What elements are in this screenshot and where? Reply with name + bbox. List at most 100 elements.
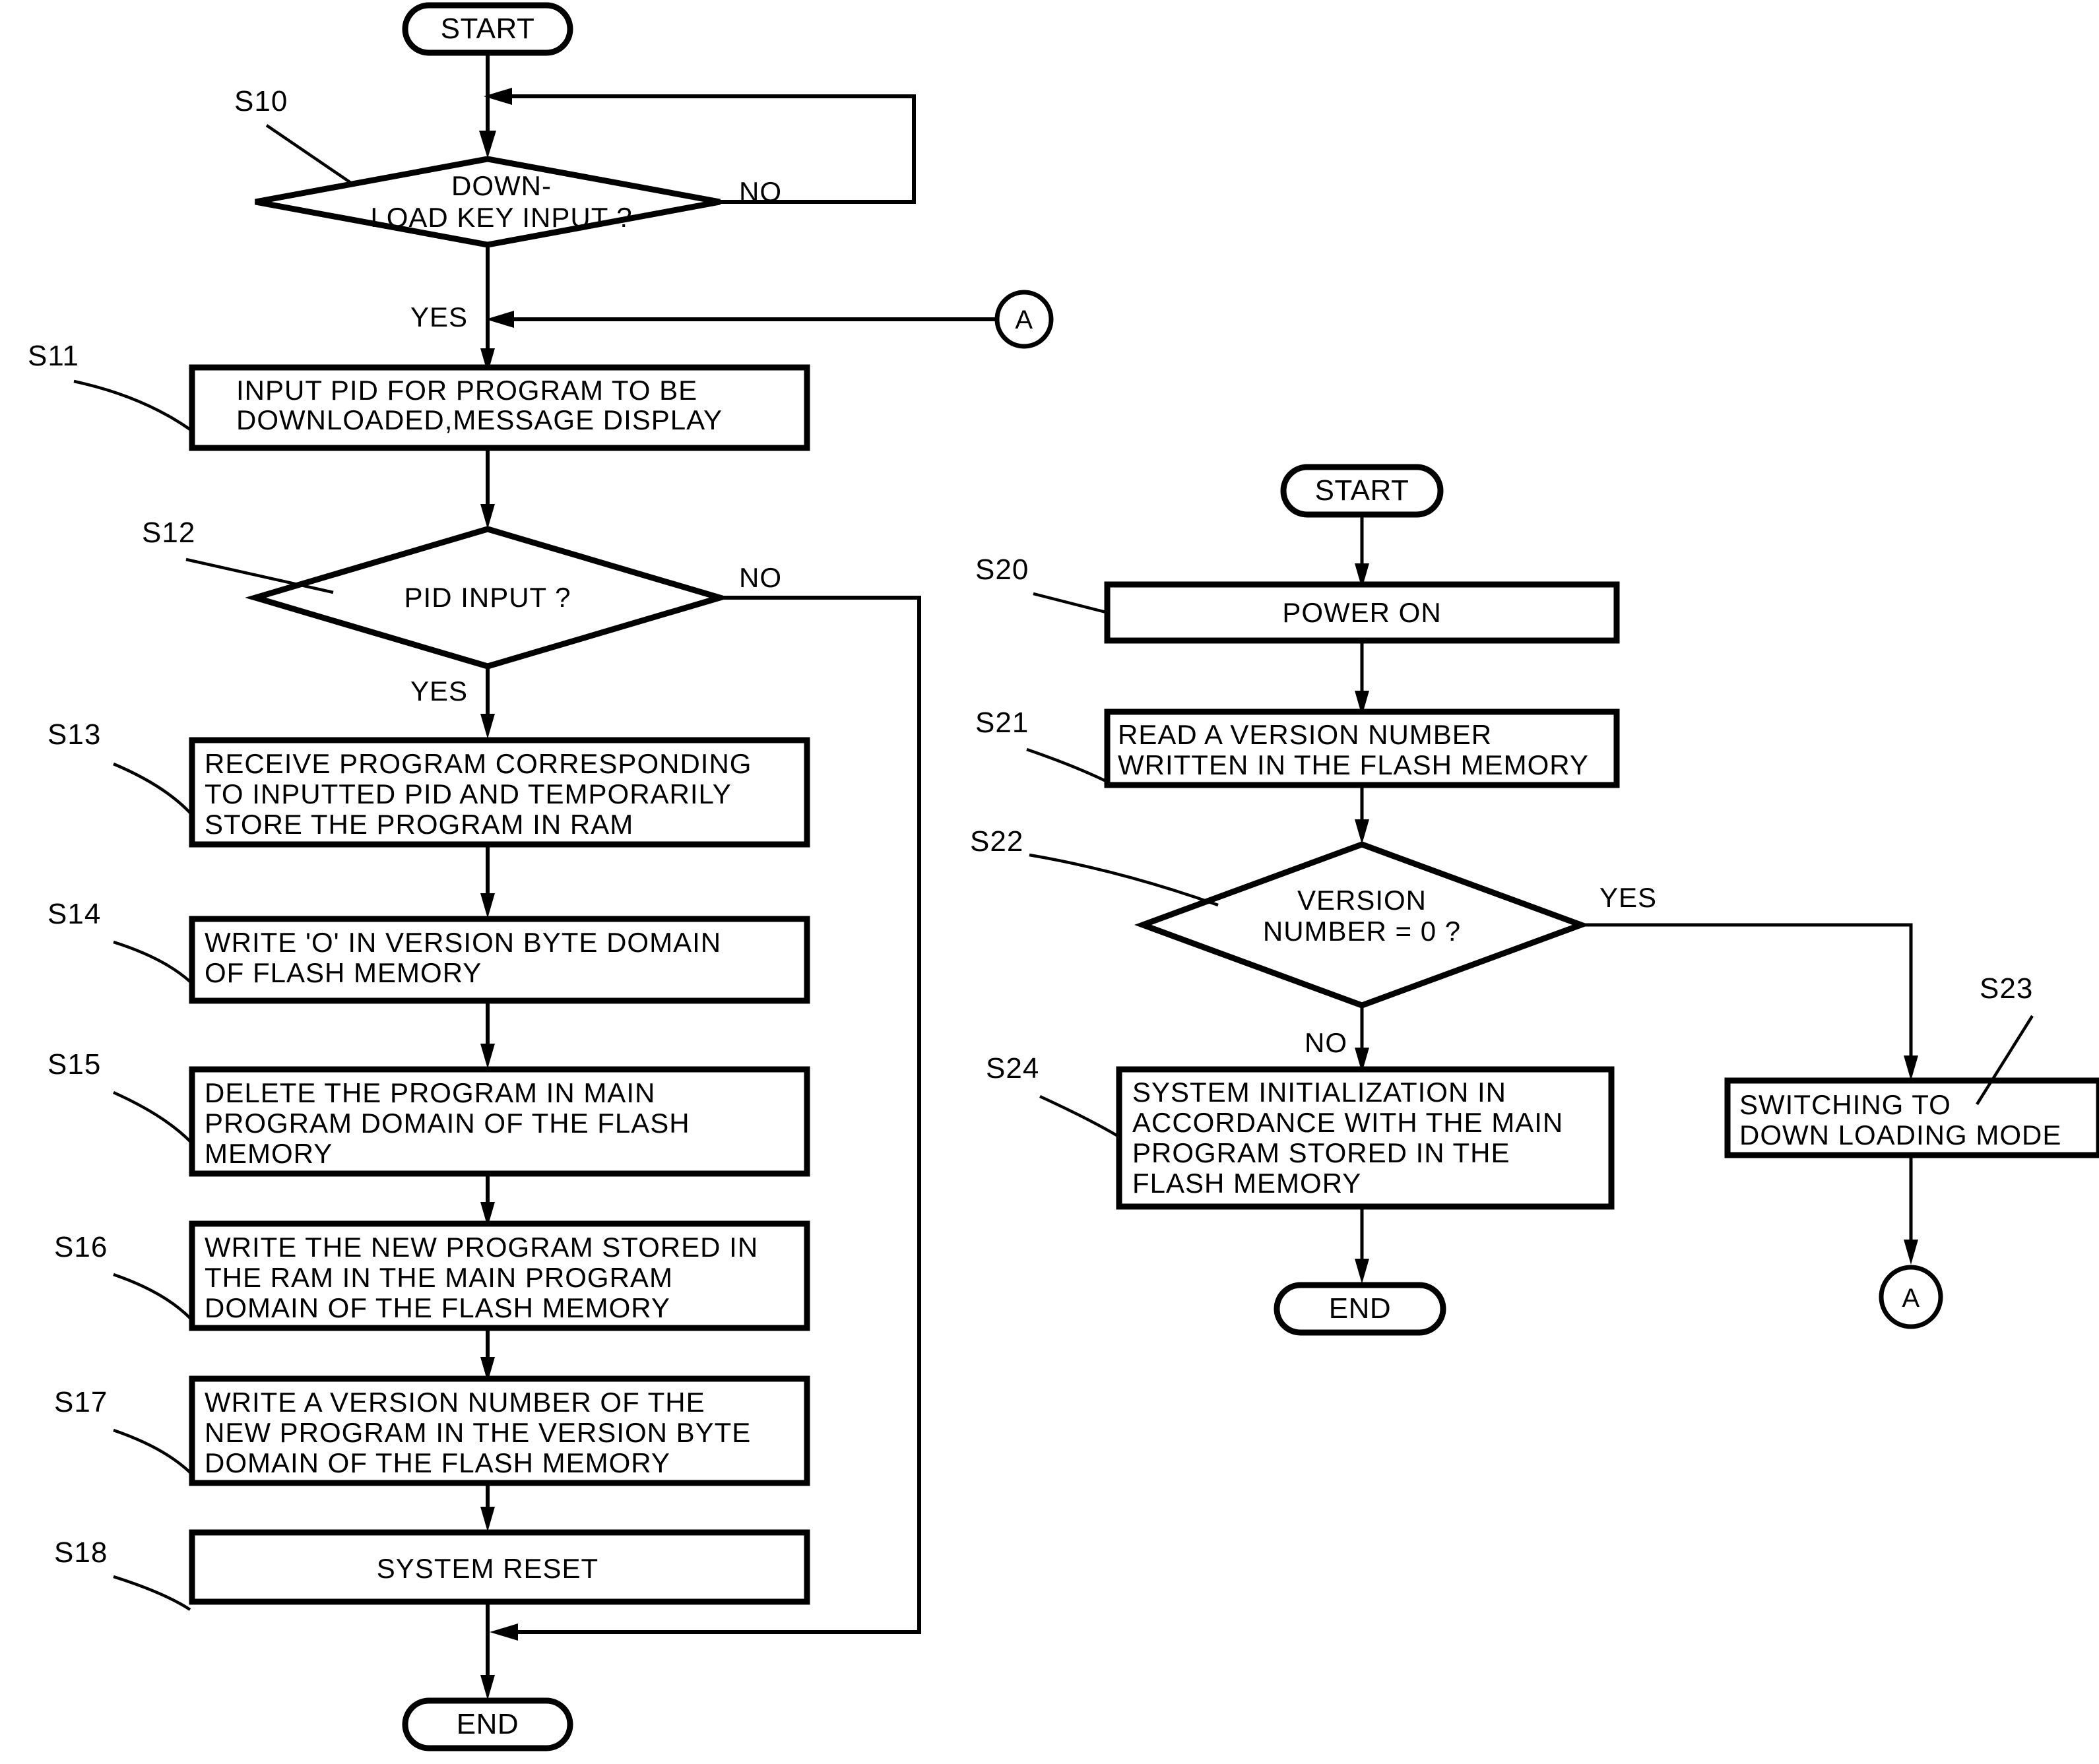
step-tag-s18: S18 — [54, 1536, 108, 1569]
s13-line-2: TO INPUTTED PID AND TEMPORARILY — [205, 778, 732, 809]
left-end-terminator: END — [402, 1697, 573, 1751]
leader-s18 — [113, 1575, 191, 1611]
s18-line-1: SYSTEM RESET — [377, 1553, 598, 1584]
s14-line-2: OF FLASH MEMORY — [205, 957, 482, 988]
s24-line-3: PROGRAM STORED IN THE — [1132, 1137, 1510, 1168]
left-start-label: START — [441, 13, 535, 45]
step-tag-s16: S16 — [54, 1231, 108, 1263]
step-s10-decision: DOWN- LOAD KEY INPUT ? — [255, 156, 721, 248]
leader-s10 — [265, 124, 355, 186]
leader-s15 — [113, 1090, 191, 1143]
right-start-label: START — [1315, 474, 1409, 507]
step-s15-process: DELETE THE PROGRAM IN MAIN PROGRAM DOMAI… — [189, 1066, 810, 1177]
arrowhead-s12-no-to-end — [490, 1623, 518, 1641]
step-tag-s11: S11 — [28, 340, 79, 372]
arrowhead-s23-to-connector-a — [1904, 1240, 1918, 1265]
s13-line-3: STORE THE PROGRAM IN RAM — [205, 809, 633, 840]
step-tag-s12: S12 — [142, 517, 195, 549]
s13-line-1: RECEIVE PROGRAM CORRESPONDING — [205, 748, 752, 779]
arrowhead-s21-to-s22 — [1355, 819, 1369, 844]
arrowhead-s12-yes-to-s13 — [480, 714, 495, 739]
s22-yes-label: YES — [1599, 882, 1657, 913]
s17-line-2: NEW PROGRAM IN THE VERSION BYTE — [205, 1417, 751, 1448]
left-end-label: END — [457, 1708, 519, 1740]
s16-line-3: DOMAIN OF THE FLASH MEMORY — [205, 1292, 670, 1323]
s17-line-1: WRITE A VERSION NUMBER OF THE — [205, 1387, 705, 1418]
arrowhead-s13-to-s14 — [480, 893, 495, 918]
leader-s22 — [1029, 853, 1219, 907]
s21-line-1: READ A VERSION NUMBER — [1118, 719, 1492, 750]
step-tag-s14: S14 — [48, 898, 101, 930]
arrowhead-s14-to-s15 — [480, 1044, 495, 1069]
step-s22-decision: VERSION NUMBER = 0 ? — [1134, 841, 1590, 1009]
step-s21-process: READ A VERSION NUMBER WRITTEN IN THE FLA… — [1104, 709, 1620, 788]
s12-yes-label: YES — [410, 676, 468, 707]
step-s17-process: WRITE A VERSION NUMBER OF THE NEW PROGRA… — [189, 1375, 810, 1486]
arrowhead-s17-to-s18 — [480, 1507, 495, 1532]
s16-line-1: WRITE THE NEW PROGRAM STORED IN — [205, 1232, 758, 1263]
step-s20-process: POWER ON — [1104, 581, 1620, 644]
step-s14-process: WRITE 'O' IN VERSION BYTE DOMAIN OF FLAS… — [189, 916, 810, 1004]
flowchart-page: START DOWN- LOAD KEY INPUT ? S10 NO YES … — [0, 0, 2099, 1764]
leader-s13 — [113, 762, 191, 814]
step-s18-process: SYSTEM RESET — [189, 1529, 810, 1605]
step-tag-s17: S17 — [54, 1386, 108, 1418]
s21-line-2: WRITTEN IN THE FLASH MEMORY — [1118, 749, 1589, 780]
s15-line-2: PROGRAM DOMAIN OF THE FLASH — [205, 1108, 690, 1139]
s23-line-1: SWITCHING TO — [1739, 1089, 1951, 1120]
arrowhead-connector-a-in — [486, 311, 514, 328]
leader-s14 — [113, 940, 191, 983]
step-s12-decision: PID INPUT ? — [245, 526, 730, 670]
right-end-terminator: END — [1274, 1282, 1446, 1336]
step-tag-s23: S23 — [1980, 972, 2033, 1005]
s24-line-4: FLASH MEMORY — [1132, 1168, 1361, 1199]
edge-s22-yes-to-s23 — [1581, 923, 1913, 1073]
s20-line-1: POWER ON — [1282, 597, 1441, 628]
step-tag-s13: S13 — [48, 718, 101, 751]
flowchart-canvas: START DOWN- LOAD KEY INPUT ? S10 NO YES … — [28, 2, 2099, 1751]
s16-line-2: THE RAM IN THE MAIN PROGRAM — [205, 1262, 673, 1293]
s24-line-1: SYSTEM INITIALIZATION IN — [1132, 1077, 1506, 1108]
s17-line-3: DOMAIN OF THE FLASH MEMORY — [205, 1447, 670, 1478]
s11-line-2: DOWNLOADED,MESSAGE DISPLAY — [236, 404, 723, 435]
s12-no-label: NO — [739, 562, 782, 593]
step-s24-process: SYSTEM INITIALIZATION IN ACCORDANCE WITH… — [1116, 1066, 1615, 1210]
step-tag-s20: S20 — [975, 553, 1029, 586]
step-s13-process: RECEIVE PROGRAM CORRESPONDING TO INPUTTE… — [189, 737, 810, 848]
leader-s16 — [113, 1273, 191, 1319]
s22-line-1: VERSION — [1297, 885, 1427, 916]
connector-a-in-label: A — [1015, 305, 1033, 334]
left-start-terminator: START — [402, 2, 573, 56]
leader-s21 — [1026, 747, 1107, 783]
s12-line-1: PID INPUT ? — [404, 582, 571, 613]
arrowhead-s11-to-s12 — [480, 504, 495, 529]
s10-line-2: LOAD KEY INPUT ? — [370, 202, 632, 233]
step-s11-process: INPUT PID FOR PROGRAM TO BE DOWNLOADED,M… — [189, 364, 810, 451]
step-tag-s10: S10 — [234, 85, 288, 117]
leader-s12 — [185, 557, 334, 594]
step-tag-s21: S21 — [975, 707, 1029, 739]
s15-line-1: DELETE THE PROGRAM IN MAIN — [205, 1077, 655, 1108]
step-s16-process: WRITE THE NEW PROGRAM STORED IN THE RAM … — [189, 1220, 810, 1331]
connector-a-in: A — [994, 290, 1054, 349]
connector-a-out: A — [1879, 1265, 1943, 1329]
right-start-terminator: START — [1280, 464, 1444, 518]
s23-line-2: DOWN LOADING MODE — [1739, 1119, 2061, 1150]
step-s23-process: SWITCHING TO DOWN LOADING MODE — [1724, 1077, 2099, 1158]
s22-line-2: NUMBER = 0 ? — [1263, 916, 1461, 947]
right-end-label: END — [1329, 1292, 1391, 1325]
s15-line-3: MEMORY — [205, 1138, 333, 1169]
leader-s11 — [73, 379, 191, 431]
s14-line-1: WRITE 'O' IN VERSION BYTE DOMAIN — [205, 927, 721, 958]
arrowhead-s18-to-end — [480, 1675, 495, 1700]
s11-line-1: INPUT PID FOR PROGRAM TO BE — [236, 375, 697, 406]
s10-line-1: DOWN- — [451, 170, 552, 201]
s24-line-2: ACCORDANCE WITH THE MAIN — [1132, 1107, 1563, 1138]
connector-a-out-label: A — [1902, 1284, 1920, 1313]
arrowhead-s22-yes-to-s23 — [1904, 1055, 1918, 1081]
s10-yes-label: YES — [410, 301, 468, 332]
step-tag-s15: S15 — [48, 1048, 101, 1081]
s22-no-label: NO — [1305, 1027, 1347, 1058]
leader-s24 — [1039, 1094, 1119, 1137]
step-tag-s24: S24 — [986, 1052, 1039, 1085]
